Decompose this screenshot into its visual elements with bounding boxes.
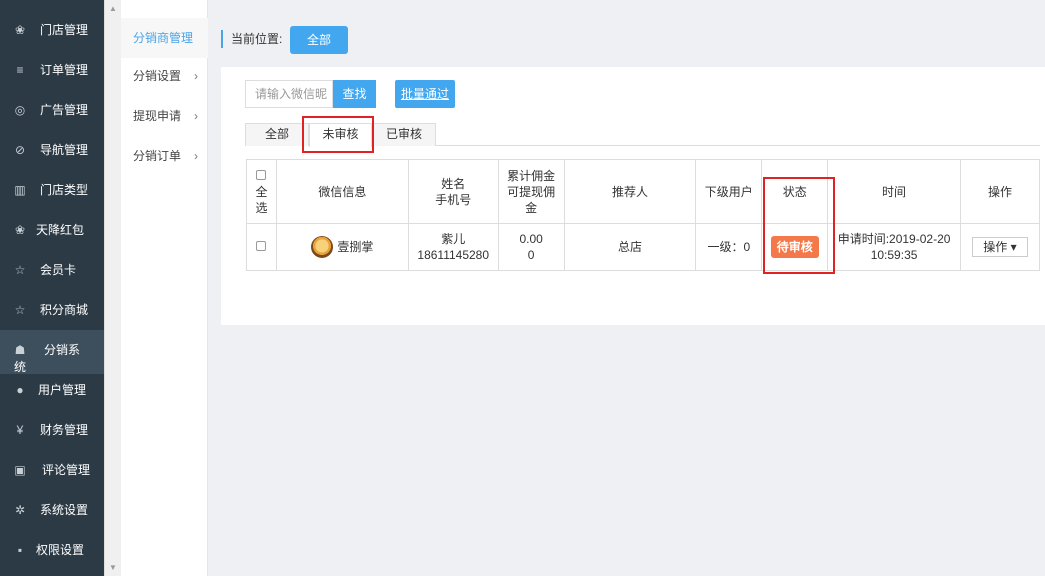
submenu-item-distribution-settings[interactable]: 分销设置 › (121, 56, 208, 96)
distributor-table: 全 选 微信信息 姓名 手机号 累计佣金 可提现佣 金 推荐人 下级用户 状态 … (246, 159, 1041, 271)
table-row: 壹捌掌 紫儿 18611145280 0.00 0 总店 一级：0 待审核 申请… (246, 223, 1041, 271)
star-icon: ☆ (14, 303, 26, 317)
sidebar-item-finance[interactable]: ¥ 财务管理 (0, 410, 104, 450)
commission-total: 0.00 (519, 232, 543, 246)
sidebar-item-member-card[interactable]: ☆ 会员卡 (0, 250, 104, 290)
sidebar-item-label: 评论管理 (42, 463, 91, 477)
action-cell: 操作 ▾ (959, 223, 1041, 271)
lifebuoy-icon: ◎ (14, 103, 26, 117)
row-checkbox[interactable] (256, 241, 267, 251)
lock-icon: ▪ (17, 543, 23, 557)
apply-time: 申请时间:2019-02-20 (837, 232, 951, 246)
gear-icon: ✲ (14, 503, 26, 517)
table-header-row: 全 选 微信信息 姓名 手机号 累计佣金 可提现佣 金 推荐人 下级用户 状态 … (246, 159, 1041, 224)
search-button[interactable]: 查找 (333, 80, 376, 108)
sidebar-item-label: 门店管理 (40, 23, 89, 37)
yen-icon: ¥ (16, 423, 24, 437)
main-sidebar: ❀ 门店管理 ≡ 订单管理 ◎ 广告管理 ⊘ 导航管理 ▥ 门店类型 ❀ 天降红… (0, 0, 104, 576)
star-icon: ☆ (14, 263, 26, 277)
breadcrumb-all-button[interactable]: 全部 (290, 26, 348, 54)
sidebar-item-label: 导航管理 (40, 143, 89, 157)
caret-down-icon: ▾ (1010, 240, 1017, 254)
sidebar-item-label: 用户管理 (38, 383, 87, 397)
scroll-down-icon[interactable]: ▼ (109, 563, 117, 572)
search-input[interactable]: 请输入微信昵 (245, 80, 333, 108)
submenu-item-label: 分销订单 (133, 149, 182, 163)
sidebar-item-label: 门店类型 (40, 183, 89, 197)
sidebar-item-stores[interactable]: ❀ 门店管理 (0, 10, 104, 50)
chevron-right-icon: › (194, 69, 198, 83)
redpacket-icon: ❀ (14, 223, 26, 237)
list-icon: ≡ (16, 63, 24, 77)
select-all-checkbox[interactable] (256, 169, 267, 180)
sidebar-item-ads[interactable]: ◎ 广告管理 (0, 90, 104, 130)
comment-icon: ▣ (14, 463, 26, 477)
subordinate-header: 下级用户 (695, 159, 763, 224)
sidebar-item-store-types[interactable]: ▥ 门店类型 (0, 170, 104, 210)
sidebar-item-label: 分销系 (44, 343, 81, 357)
users-icon: ☗ (14, 343, 26, 357)
highlight-box-tab (302, 116, 374, 153)
name-phone-header: 姓名 手机号 (407, 159, 499, 224)
sidebar-item-users[interactable]: ● 用户管理 (0, 370, 104, 410)
referrer-cell: 总店 (563, 223, 697, 271)
sidebar-item-label: 会员卡 (40, 263, 77, 277)
sidebar-item-permissions[interactable]: ▪ 权限设置 (0, 530, 104, 570)
avatar (311, 236, 334, 258)
wechat-cell: 壹捌掌 (275, 223, 409, 271)
scroll-up-icon[interactable]: ▲ (109, 4, 117, 13)
sidebar-item-orders[interactable]: ≡ 订单管理 (0, 50, 104, 90)
sidebar-item-comments[interactable]: ▣ 评论管理 (0, 450, 104, 490)
sidebar-item-label: 财务管理 (40, 423, 89, 437)
commission-withdrawable: 0 (527, 248, 535, 262)
name-phone-cell: 紫儿 18611145280 (407, 223, 499, 271)
commission-header: 累计佣金 可提现佣 金 (497, 159, 565, 224)
select-all-header[interactable]: 全 选 (246, 159, 277, 224)
batch-approve-button[interactable]: 批量通过 (395, 80, 455, 108)
chevron-right-icon: › (194, 149, 198, 163)
action-header: 操作 (959, 159, 1041, 224)
compass-icon: ⊘ (14, 143, 26, 157)
sidebar-item-label: 广告管理 (40, 103, 89, 117)
submenu-item-label: 提现申请 (133, 109, 182, 123)
time-header: 时间 (827, 159, 961, 224)
submenu-item-distributors[interactable]: 分销商管理 (121, 18, 208, 58)
sidebar-item-points-mall[interactable]: ☆ 积分商城 (0, 290, 104, 330)
referrer-header: 推荐人 (563, 159, 697, 224)
row-select-cell (246, 223, 277, 271)
tab-all[interactable]: 全部 (245, 123, 309, 146)
action-dropdown[interactable]: 操作 ▾ (971, 237, 1028, 257)
submenu-item-withdrawals[interactable]: 提现申请 › (121, 96, 208, 136)
sidebar-item-navigation[interactable]: ⊘ 导航管理 (0, 130, 104, 170)
chevron-right-icon: › (194, 109, 198, 123)
stores-icon: ❀ (14, 23, 26, 37)
subordinate-cell: 一级：0 (695, 223, 763, 271)
breadcrumb: 当前位置: (221, 30, 282, 48)
sidebar-item-label: 天降红包 (36, 223, 85, 237)
sidebar-item-distribution[interactable]: ☗ 分销系 统 (0, 330, 104, 374)
sidebar-item-system-settings[interactable]: ✲ 系统设置 (0, 490, 104, 530)
sidebar-item-label: 系统设置 (40, 503, 89, 517)
tab-reviewed[interactable]: 已审核 (372, 123, 436, 146)
wechat-nickname: 壹捌掌 (337, 240, 374, 254)
time-cell: 申请时间:2019-02-20 10:59:35 (827, 223, 961, 271)
sidebar-item-red-packet[interactable]: ❀ 天降红包 (0, 210, 104, 250)
wechat-header: 微信信息 (275, 159, 409, 224)
sidebar-item-label: 积分商城 (40, 303, 89, 317)
secondary-menu: 分销商管理 分销设置 › 提现申请 › 分销订单 › (121, 0, 208, 576)
bank-icon: ▥ (14, 183, 26, 197)
highlight-box-status (763, 177, 835, 274)
user-icon: ● (16, 383, 24, 397)
submenu-item-label: 分销设置 (133, 69, 182, 83)
member-phone: 18611145280 (417, 248, 490, 262)
sidebar-scrollbar[interactable]: ▲ ▼ (104, 0, 120, 576)
submenu-item-label: 分销商管理 (133, 31, 194, 45)
sidebar-item-label: 订单管理 (40, 63, 89, 77)
member-name: 紫儿 (441, 232, 466, 246)
apply-time-clock: 10:59:35 (870, 248, 918, 262)
submenu-item-distribution-orders[interactable]: 分销订单 › (121, 136, 208, 176)
sidebar-item-label: 权限设置 (36, 543, 85, 557)
commission-cell: 0.00 0 (497, 223, 565, 271)
